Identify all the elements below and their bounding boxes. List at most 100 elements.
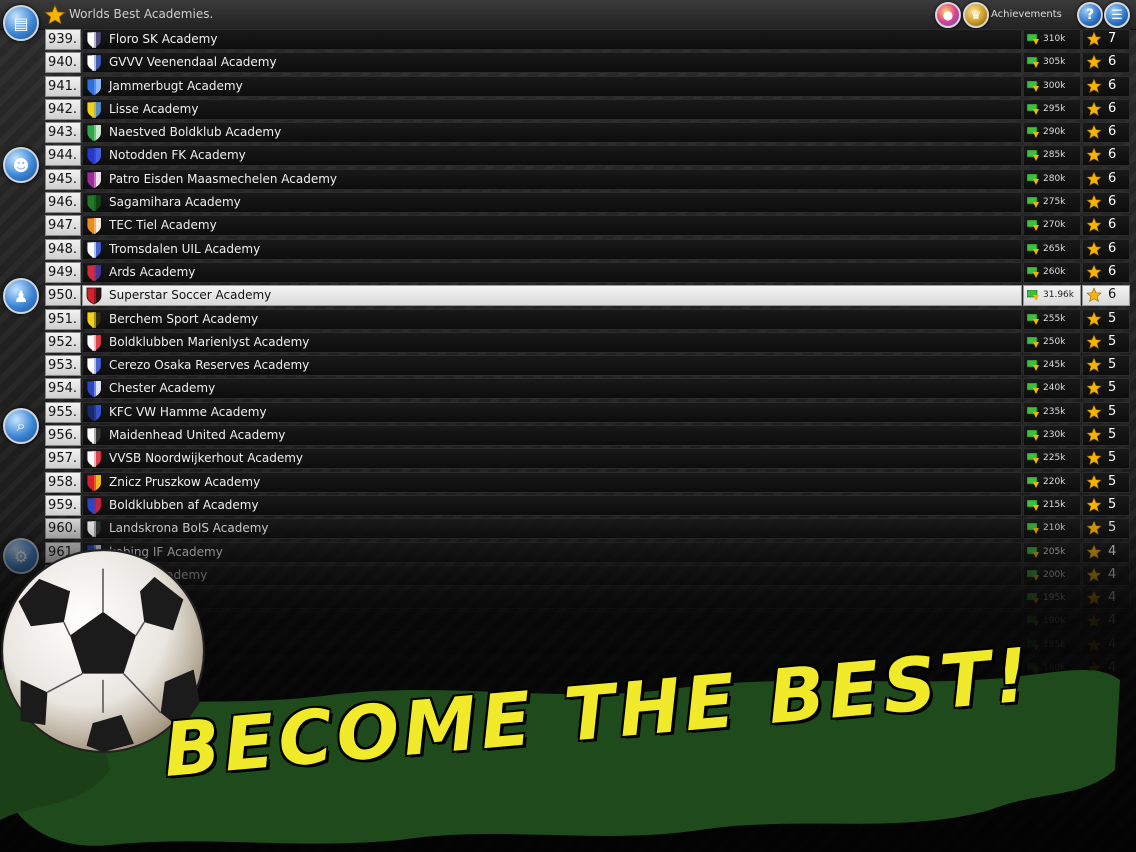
academy-reputation: 6 <box>1108 170 1117 186</box>
club-shield-icon <box>86 101 102 119</box>
club-shield-icon <box>86 334 102 352</box>
academy-reputation: 6 <box>1108 100 1117 116</box>
club-shield-icon <box>86 217 102 235</box>
rank-cell: 944. <box>45 145 81 167</box>
money-icon <box>1027 127 1039 139</box>
academy-reputation: 5 <box>1108 333 1117 349</box>
name-cell <box>82 29 1022 50</box>
rank-cell: 958. <box>45 471 81 493</box>
table-row[interactable]: 942. Lisse Academy 295k 6 <box>45 98 1130 121</box>
help-button[interactable]: ? <box>1077 2 1103 28</box>
rank-cell: 956. <box>45 425 81 447</box>
table-row[interactable]: 956. Maidenhead United Academy 230k 5 <box>45 424 1130 447</box>
academy-funds: 290k <box>1043 127 1066 138</box>
academy-name: VVSB Noordwijkerhout Academy <box>109 451 304 466</box>
money-icon <box>1027 453 1039 465</box>
club-badge-button[interactable]: ● <box>935 2 961 28</box>
star-icon <box>1086 427 1102 442</box>
academy-funds: 275k <box>1043 197 1066 208</box>
search-icon: ⌕ <box>16 416 26 435</box>
money-icon <box>1027 406 1039 418</box>
academy-funds: 295k <box>1043 103 1066 114</box>
rank-cell: 948. <box>45 238 81 260</box>
academy-reputation: 5 <box>1108 357 1117 373</box>
table-row[interactable]: 947. TEC Tiel Academy 270k 6 <box>45 214 1130 237</box>
money-icon <box>1027 430 1039 442</box>
club-shield-icon <box>86 311 102 328</box>
sidebar-news-button[interactable]: ▤ <box>3 5 39 41</box>
table-row[interactable]: 943. Naestved Boldklub Academy 290k 6 <box>45 121 1130 144</box>
money-icon <box>1027 383 1039 395</box>
table-row[interactable]: 940. GVVV Veenendaal Academy 305k 6 <box>45 51 1130 74</box>
club-shield-icon <box>86 241 102 259</box>
table-row[interactable]: 954. Chester Academy 240k 5 <box>45 377 1130 400</box>
star-icon <box>1086 404 1102 419</box>
table-row[interactable]: 944. Notodden FK Academy 285k 6 <box>45 144 1130 167</box>
academy-name: Berchem Sport Academy <box>109 311 259 326</box>
rank-cell: 949. <box>45 261 81 283</box>
academy-name: Naestved Boldklub Academy <box>109 125 282 140</box>
table-row[interactable]: 957. VVSB Noordwijkerhout Academy 225k 5 <box>45 447 1130 470</box>
academy-reputation: 6 <box>1108 287 1117 303</box>
achievements-label: Achievements <box>991 9 1062 20</box>
table-row[interactable]: 948. Tromsdalen UIL Academy 265k 6 <box>45 238 1130 261</box>
rank-cell: 957. <box>45 448 81 470</box>
rank-cell: 943. <box>45 122 81 144</box>
sidebar-manager-button[interactable]: ♟ <box>3 278 39 314</box>
table-row[interactable]: 939. Floro SK Academy 310k 7 <box>45 28 1130 51</box>
table-row[interactable]: 941. Jammerbugt Academy 300k 6 <box>45 75 1130 98</box>
table-row[interactable]: 946. Sagamihara Academy 275k 6 <box>45 191 1130 214</box>
academy-funds: 225k <box>1043 453 1066 464</box>
table-row[interactable]: 952. Boldklubben Marienlyst Academy 250k 5 <box>45 331 1130 354</box>
academy-reputation: 6 <box>1108 77 1117 93</box>
star-icon <box>1086 380 1102 396</box>
academy-name: Patro Eisden Maasmechelen Academy <box>109 171 338 186</box>
academy-reputation: 7 <box>1108 31 1117 46</box>
rank-cell: 940. <box>45 52 81 74</box>
club-shield-icon <box>86 404 102 422</box>
rank-cell: 950. <box>45 285 81 307</box>
table-row[interactable]: 959. Boldklubben af Academy 215k 5 <box>45 494 1130 517</box>
sidebar-players-button[interactable]: ☻ <box>3 147 39 183</box>
academy-reputation: 5 <box>1108 380 1117 396</box>
star-icon <box>1086 240 1102 256</box>
table-row[interactable]: 955. KFC VW Hamme Academy 235k 5 <box>45 401 1130 424</box>
academy-funds: 31.96k <box>1043 290 1074 301</box>
academy-name: KFC VW Hamme Academy <box>109 404 267 419</box>
table-row[interactable]: 953. Cerezo Osaka Reserves Academy 245k 5 <box>45 354 1130 377</box>
academy-name: Boldklubben af Academy <box>109 497 259 512</box>
academy-funds: 280k <box>1043 173 1066 184</box>
academy-funds: 255k <box>1043 313 1066 324</box>
academy-name: Ards Academy <box>109 264 196 279</box>
rank-cell: 953. <box>45 355 81 377</box>
money-icon <box>1027 499 1039 511</box>
star-icon <box>1086 357 1102 373</box>
money-icon <box>1027 173 1039 185</box>
table-row[interactable]: 958. Znicz Pruszkow Academy 220k 5 <box>45 471 1130 494</box>
academy-funds: 300k <box>1043 80 1066 91</box>
club-shield-icon <box>86 31 102 49</box>
club-shield-icon <box>86 474 102 492</box>
academy-reputation: 6 <box>1108 147 1117 163</box>
table-row[interactable]: 949. Ards Academy 260k 6 <box>45 261 1130 284</box>
sidebar-search-button[interactable]: ⌕ <box>3 408 39 444</box>
academy-name: Jammerbugt Academy <box>109 78 243 93</box>
money-icon <box>1027 197 1039 209</box>
star-icon <box>1086 77 1102 93</box>
table-row[interactable]: 951. Berchem Sport Academy 255k 5 <box>45 308 1130 331</box>
star-icon <box>1086 124 1102 140</box>
star-icon <box>1086 31 1102 46</box>
table-row[interactable]: 950. Superstar Soccer Academy 31.96k 6 <box>45 284 1130 307</box>
academy-name: Boldklubben Marienlyst Academy <box>109 334 310 349</box>
table-row[interactable]: 945. Patro Eisden Maasmechelen Academy 280… <box>45 168 1130 191</box>
rank-cell: 952. <box>45 331 81 353</box>
academy-reputation: 5 <box>1108 496 1117 512</box>
academy-funds: 310k <box>1043 34 1066 44</box>
star-icon <box>1086 334 1102 349</box>
menu-button[interactable]: ☰ <box>1104 2 1130 28</box>
page-title: Worlds Best Academies. <box>69 7 214 21</box>
star-icon <box>1086 264 1102 279</box>
academy-name: TEC Tiel Academy <box>109 218 217 233</box>
achievements-button[interactable]: ♛ <box>963 2 989 28</box>
money-icon <box>1027 360 1039 372</box>
